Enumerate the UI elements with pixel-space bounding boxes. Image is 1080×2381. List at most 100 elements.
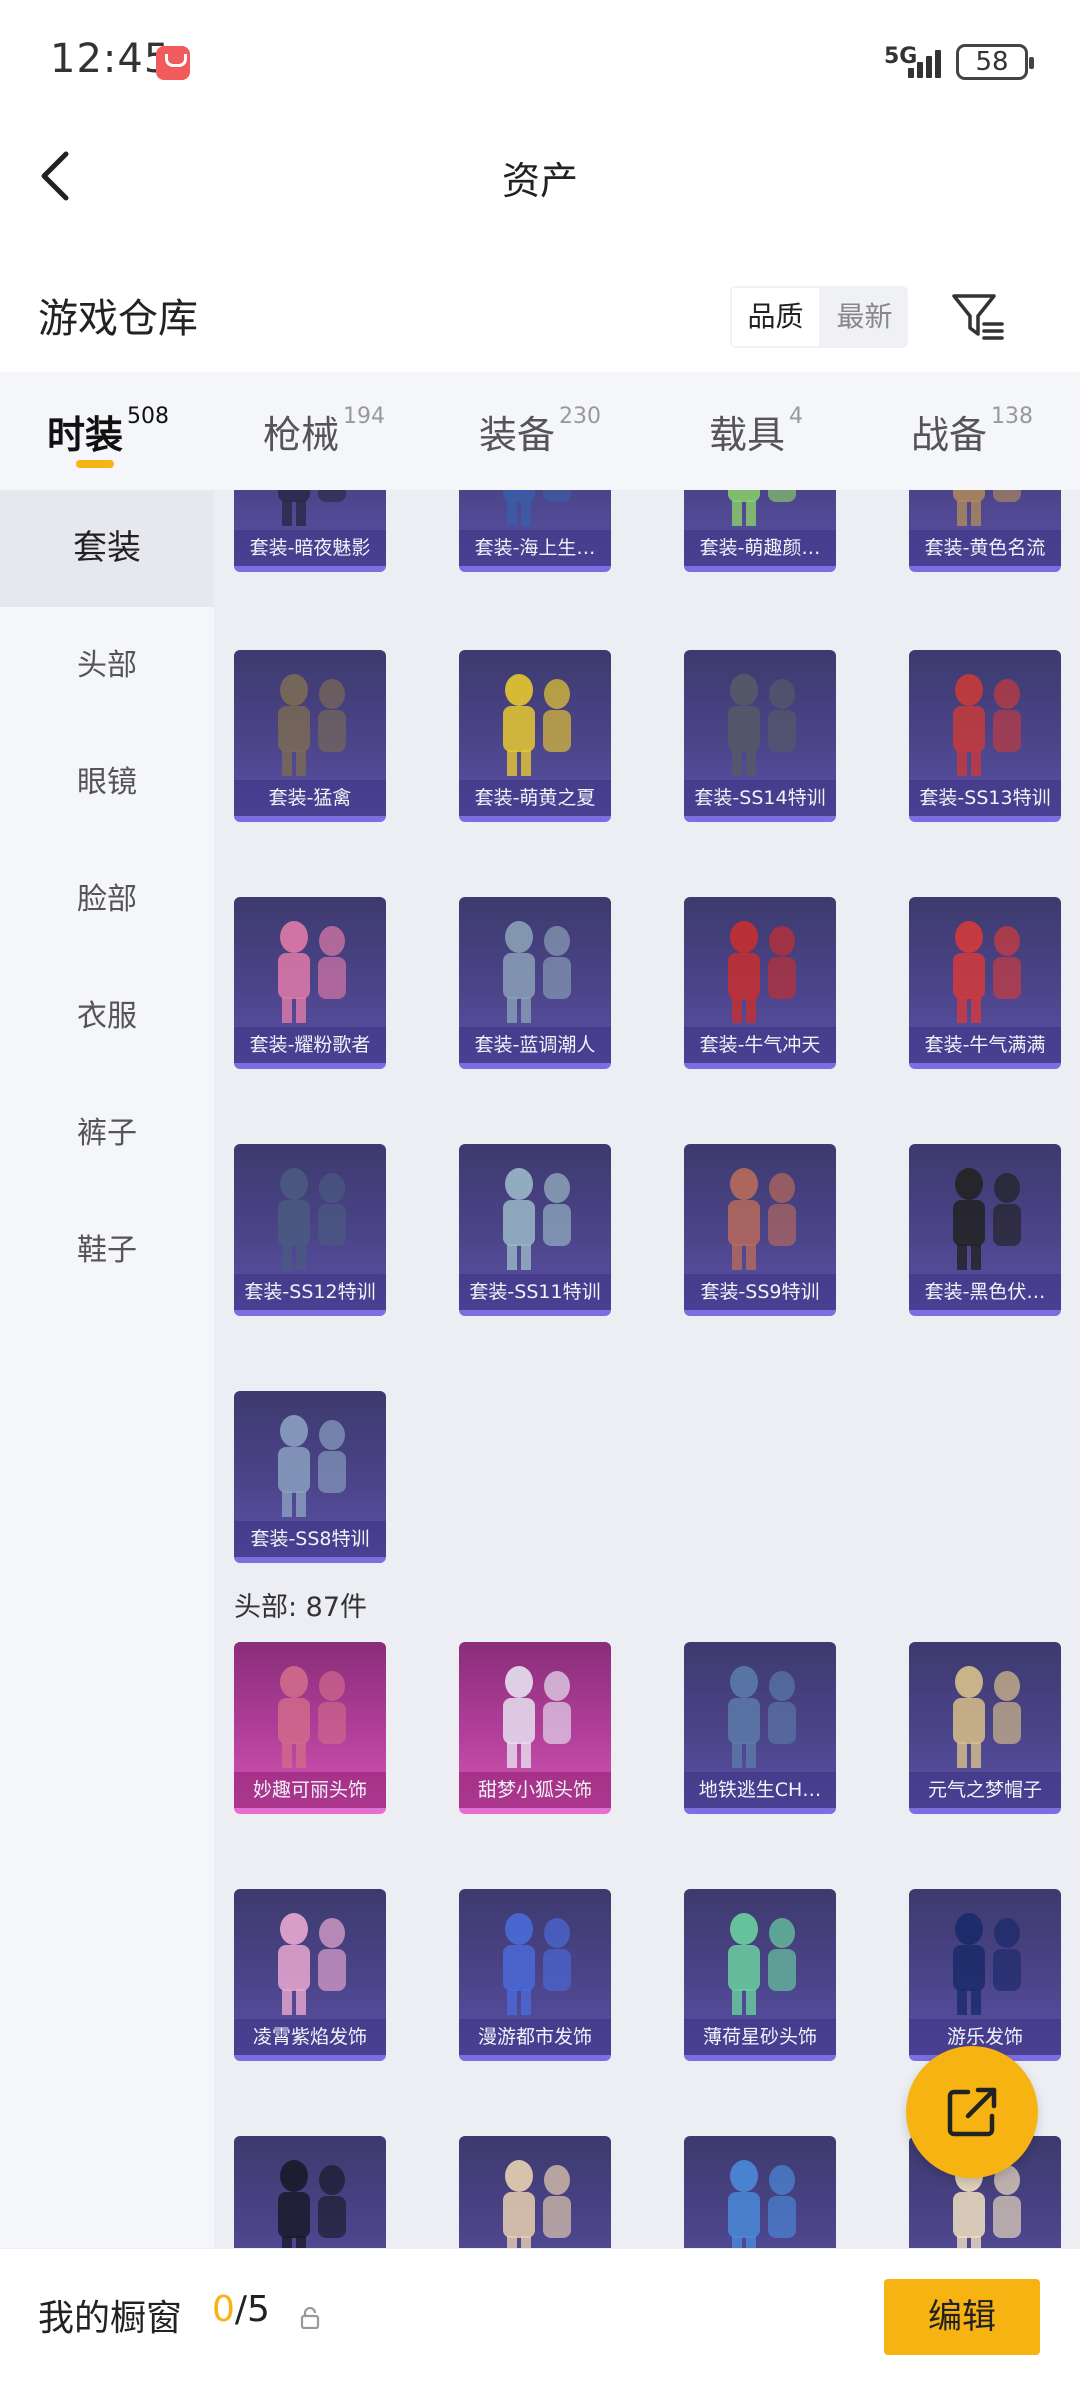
item-label: 套装-黑色伏… [909, 1274, 1061, 1310]
status-bar: 12:45 5G 58 [0, 0, 1080, 120]
item-thumbnail [728, 1666, 796, 1768]
outfit-item[interactable]: 套装-牛气满满 [909, 897, 1061, 1069]
tab-count: 508 [127, 404, 169, 429]
sidebar-item-pants[interactable]: 裤子 [0, 1075, 214, 1192]
item-thumbnail [728, 921, 796, 1023]
head-item[interactable] [684, 2136, 836, 2248]
item-label: 薄荷星砂头饰 [684, 2019, 836, 2055]
head-item[interactable]: 游乐发饰 [909, 1889, 1061, 2061]
outfit-item[interactable]: 套装-SS9特训 [684, 1144, 836, 1316]
head-item[interactable]: 薄荷星砂头饰 [684, 1889, 836, 2061]
head-item[interactable]: 妙趣可丽头饰 [234, 1642, 386, 1814]
tab-label: 装备 [478, 413, 555, 457]
sort-quality-button[interactable]: 品质 [730, 286, 821, 348]
sidebar-item-shoes[interactable]: 鞋子 [0, 1192, 214, 1309]
lock-icon [300, 2307, 320, 2329]
item-label: 套装-SS14特训 [684, 780, 836, 816]
outfit-item[interactable]: 套装-猛禽 [234, 650, 386, 822]
tab-fashion[interactable]: 时装 508 [0, 372, 216, 490]
item-thumbnail [503, 921, 571, 1023]
item-thumbnail [728, 2160, 796, 2248]
sidebar-item-face[interactable]: 脸部 [0, 841, 214, 958]
item-thumbnail [503, 1168, 571, 1270]
item-label: 套装-暗夜魅影 [234, 530, 386, 566]
head-item[interactable] [234, 2136, 386, 2248]
page-title: 资产 [501, 159, 578, 203]
tab-equipment[interactable]: 装备 230 [432, 372, 648, 490]
outfit-item[interactable]: 套装-海上生… [459, 490, 611, 572]
head-item[interactable]: 甜梦小狐头饰 [459, 1642, 611, 1814]
item-label: 套装-SS11特训 [459, 1274, 611, 1310]
outfit-item[interactable]: 套装-耀粉歌者 [234, 897, 386, 1069]
item-thumbnail [953, 921, 1021, 1023]
item-label: 漫游都市发饰 [459, 2019, 611, 2055]
head-item[interactable]: 漫游都市发饰 [459, 1889, 611, 2061]
outfit-item[interactable]: 套装-SS13特训 [909, 650, 1061, 822]
item-thumbnail [278, 1168, 346, 1270]
section-bar: 游戏仓库 品质 最新 [0, 262, 1080, 366]
tab-supplies[interactable]: 战备 138 [864, 372, 1080, 490]
outfit-item[interactable]: 套装-萌黄之夏 [459, 650, 611, 822]
item-thumbnail [503, 1666, 571, 1768]
sidebar-item-outfits[interactable]: 套装 [0, 490, 214, 607]
sidebar-item-glasses[interactable]: 眼镜 [0, 724, 214, 841]
edit-button[interactable]: 编辑 [884, 2279, 1040, 2355]
section-title: 游戏仓库 [38, 296, 198, 342]
outfit-item[interactable]: 套装-牛气冲天 [684, 897, 836, 1069]
item-thumbnail [278, 674, 346, 776]
item-thumbnail [503, 2160, 571, 2248]
share-button[interactable] [906, 2046, 1038, 2178]
showcase-total: /5 [234, 2289, 270, 2330]
item-label: 套装-海上生… [459, 530, 611, 566]
item-label: 套装-SS12特训 [234, 1274, 386, 1310]
header: 资产 [0, 120, 1080, 230]
item-label: 套装-SS8特训 [234, 1521, 386, 1557]
tab-vehicles[interactable]: 载具 4 [648, 372, 864, 490]
showcase-count: 0/5 [212, 2289, 270, 2330]
items-grid: 套装-暗夜魅影 套装-海上生… 套装-萌趣颜… 套装-黄色名流套装-猛禽 套装-萌黄之夏… [214, 490, 1080, 2248]
bottom-bar: 我的橱窗 0/5 编辑 [0, 2248, 1080, 2381]
tab-label: 载具 [708, 413, 785, 457]
item-label: 套装-萌趣颜… [684, 530, 836, 566]
item-label: 套装-牛气满满 [909, 1027, 1061, 1063]
item-thumbnail [278, 1666, 346, 1768]
item-label: 套装-牛气冲天 [684, 1027, 836, 1063]
item-label: 甜梦小狐头饰 [459, 1772, 611, 1808]
outfit-item[interactable]: 套装-SS14特训 [684, 650, 836, 822]
head-item[interactable]: 凌霄紫焰发饰 [234, 1889, 386, 2061]
tab-guns[interactable]: 枪械 194 [216, 372, 432, 490]
filter-icon [952, 294, 1004, 340]
outfit-item[interactable]: 套装-暗夜魅影 [234, 490, 386, 572]
item-label: 套装-蓝调潮人 [459, 1027, 611, 1063]
tab-count: 194 [343, 404, 385, 429]
outfit-item[interactable]: 套装-黄色名流 [909, 490, 1061, 572]
active-tab-indicator [76, 460, 114, 468]
filter-button[interactable] [950, 288, 1006, 344]
item-thumbnail [953, 1913, 1021, 2015]
outfit-item[interactable]: 套装-SS12特训 [234, 1144, 386, 1316]
head-item[interactable]: 元气之梦帽子 [909, 1642, 1061, 1814]
outfit-item[interactable]: 套装-萌趣颜… [684, 490, 836, 572]
item-label: 元气之梦帽子 [909, 1772, 1061, 1808]
head-group-label: 头部: 87件 [234, 1592, 368, 1623]
outfit-item[interactable]: 套装-SS8特训 [234, 1391, 386, 1563]
item-thumbnail [278, 921, 346, 1023]
sort-latest-button[interactable]: 最新 [821, 286, 908, 348]
item-thumbnail [278, 2160, 346, 2248]
item-thumbnail [278, 1415, 346, 1517]
item-label: 套装-萌黄之夏 [459, 780, 611, 816]
tab-label: 枪械 [262, 413, 339, 457]
head-item[interactable]: 地铁逃生CH… [684, 1642, 836, 1814]
head-item[interactable] [459, 2136, 611, 2248]
outfit-item[interactable]: 套装-SS11特训 [459, 1144, 611, 1316]
outfit-item[interactable]: 套装-蓝调潮人 [459, 897, 611, 1069]
tab-count: 230 [559, 404, 601, 429]
item-label: 套装-耀粉歌者 [234, 1027, 386, 1063]
sidebar-item-clothes[interactable]: 衣服 [0, 958, 214, 1075]
outfit-item[interactable]: 套装-黑色伏… [909, 1144, 1061, 1316]
tab-label: 时装 [46, 413, 123, 457]
showcase-current: 0 [212, 2289, 235, 2330]
sidebar-item-head[interactable]: 头部 [0, 607, 214, 724]
item-label: 套装-SS9特训 [684, 1274, 836, 1310]
item-label: 地铁逃生CH… [684, 1772, 836, 1808]
